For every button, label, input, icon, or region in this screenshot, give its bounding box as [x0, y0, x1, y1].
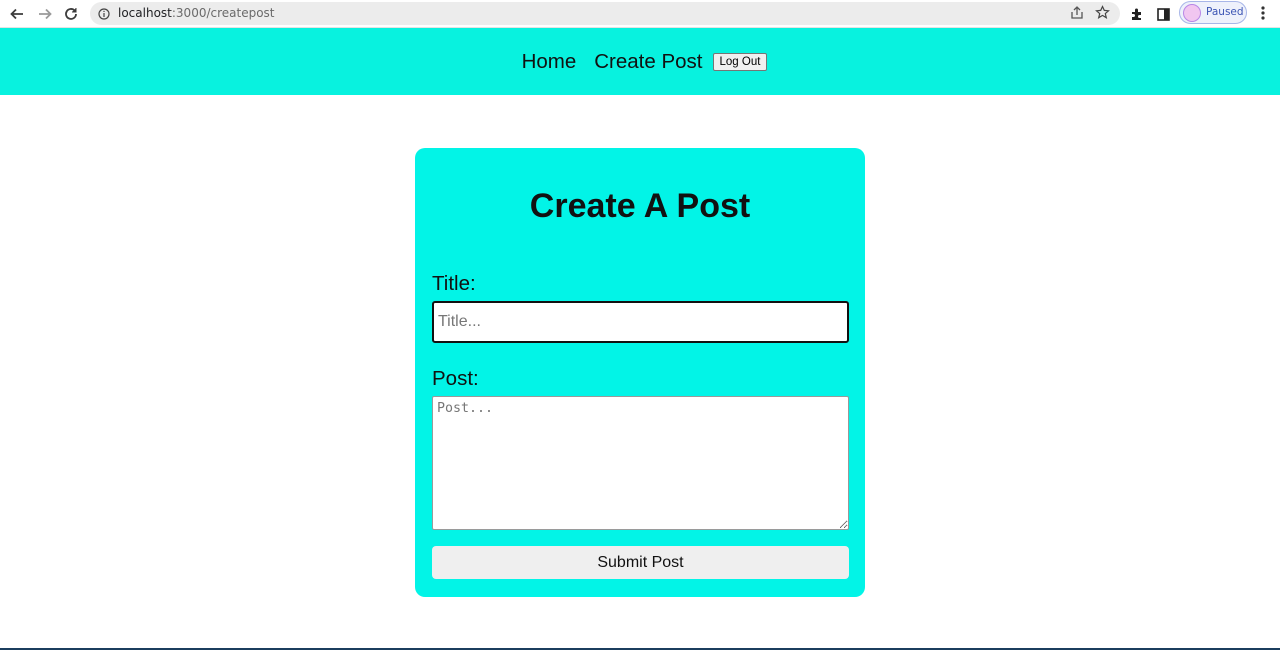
- browser-toolbar: localhost:3000/createpost Paused: [0, 0, 1280, 28]
- address-bar[interactable]: localhost:3000/createpost: [90, 2, 1120, 25]
- create-post-card: Create A Post Title: Post: Submit Post: [415, 148, 865, 597]
- sidepanel-icon[interactable]: [1152, 3, 1174, 25]
- url-text: localhost:3000/createpost: [118, 6, 275, 20]
- star-icon[interactable]: [1095, 5, 1110, 25]
- submit-post-button[interactable]: Submit Post: [432, 546, 849, 579]
- post-label: Post:: [432, 367, 479, 390]
- profile-button[interactable]: Paused: [1179, 1, 1247, 24]
- logout-button[interactable]: Log Out: [712, 52, 768, 71]
- menu-icon[interactable]: [1256, 4, 1270, 24]
- page-title: Create A Post: [529, 187, 751, 225]
- nav-link-create-post[interactable]: Create Post: [594, 50, 702, 74]
- url-path: :3000/createpost: [171, 6, 275, 20]
- title-input[interactable]: [432, 301, 849, 343]
- url-host: localhost: [118, 6, 172, 20]
- title-label: Title:: [432, 272, 476, 295]
- avatar: [1183, 4, 1201, 22]
- extensions-icon[interactable]: [1126, 3, 1148, 25]
- share-icon[interactable]: [1070, 6, 1084, 25]
- info-icon[interactable]: [98, 7, 110, 25]
- navbar: Home Create Post Log Out: [0, 28, 1280, 95]
- profile-status: Paused: [1206, 6, 1244, 18]
- post-textarea[interactable]: [432, 396, 849, 530]
- forward-icon[interactable]: [34, 3, 56, 25]
- nav-link-home[interactable]: Home: [522, 50, 577, 74]
- back-icon[interactable]: [6, 3, 28, 25]
- reload-icon[interactable]: [60, 3, 82, 25]
